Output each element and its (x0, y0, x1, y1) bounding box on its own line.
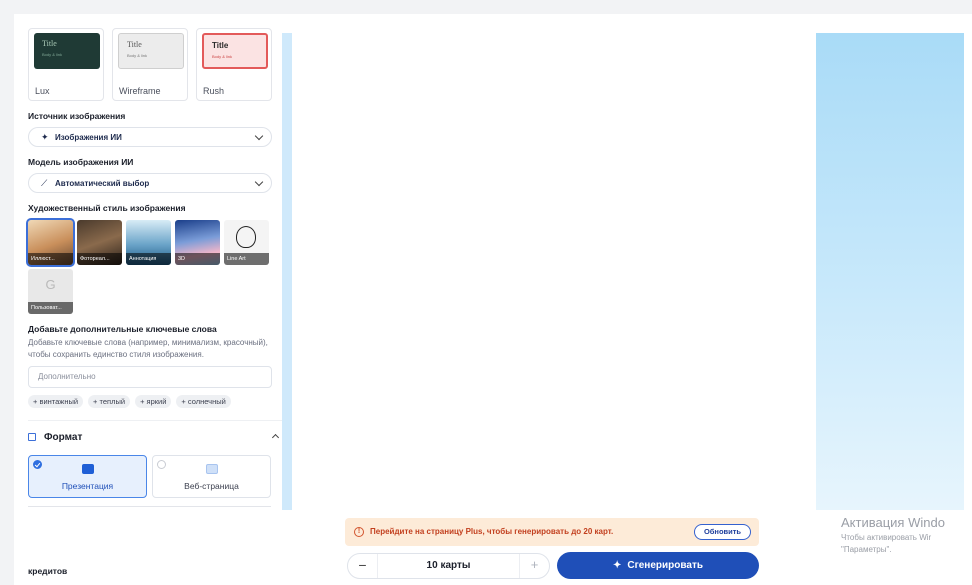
style-tile-illustration[interactable]: Иллюст... (26, 218, 75, 267)
custom-style-glyph: G (45, 277, 56, 292)
card-count-value: 10 карты (426, 560, 471, 571)
sparkle-icon: ✦ (612, 560, 622, 571)
style-tile-abstract[interactable]: Аннотация (126, 220, 171, 265)
credits-label: кредитов (28, 566, 68, 576)
format-label: Формат (44, 431, 83, 443)
theme-name: Lux (35, 86, 50, 96)
image-source-label: Источник изображения (28, 111, 126, 121)
webpage-icon (206, 464, 218, 474)
line-art-face-illustration (236, 226, 256, 248)
image-source-select[interactable]: ✦ Изображения ИИ (28, 127, 272, 147)
style-tile-custom[interactable]: G Пользоват... (28, 269, 73, 314)
theme-thumb-title: Title (212, 41, 229, 50)
watermark-line: "Параметры". (841, 545, 892, 554)
style-tile-caption: Аннотация (126, 253, 171, 265)
theme-card-wireframe[interactable]: Title Body & link Wireframe (112, 28, 188, 101)
style-tile-caption: Иллюст... (28, 253, 73, 265)
section-divider (28, 420, 282, 421)
keyword-chip[interactable]: + солнечный (176, 395, 231, 408)
chevron-down-icon (254, 131, 264, 141)
theme-thumb-body: Body & link (212, 54, 233, 59)
generate-button-label: Сгенерировать (627, 560, 704, 571)
format-option-label: Веб-страница (184, 481, 239, 491)
format-options: Презентация Веб-страница (28, 455, 271, 498)
keyword-chip[interactable]: + теплый (88, 395, 131, 408)
keyword-chip[interactable]: + винтажный (28, 395, 84, 408)
image-source-value: Изображения ИИ (55, 132, 122, 142)
theme-thumbnail-rush: Title Body & link (202, 33, 268, 69)
preview-side-panel (816, 33, 964, 510)
card-count-stepper: − 10 карты + (347, 553, 550, 579)
theme-thumb-title: Title (42, 39, 57, 48)
format-option-presentation[interactable]: Презентация (28, 455, 147, 498)
format-option-label: Презентация (61, 481, 114, 491)
theme-thumb-body: Body & link (127, 53, 148, 58)
settings-panel: Title Body & link Lux Title Body & link … (14, 14, 282, 514)
decrement-button[interactable]: − (348, 554, 378, 578)
keywords-input[interactable]: Дополнительно (28, 366, 272, 388)
format-icon (28, 433, 36, 441)
style-tile-photoreal[interactable]: Фотореал... (77, 220, 122, 265)
keywords-description: Добавьте ключевые слова (например, миним… (28, 338, 268, 359)
preview-left-stripe (282, 33, 292, 510)
settings-panel-content: Title Body & link Lux Title Body & link … (26, 28, 274, 408)
style-tile-caption: Фотореал... (77, 253, 122, 265)
style-tile-line-art[interactable]: Line Art (224, 220, 269, 265)
alert-icon: ! (354, 527, 364, 537)
theme-thumb-body: Body & link (42, 52, 63, 57)
window-left-edge (0, 0, 14, 585)
style-tile-caption: 3D (175, 253, 220, 265)
generate-button[interactable]: ✦ Сгенерировать (557, 552, 759, 579)
theme-name: Rush (203, 86, 225, 96)
keywords-title: Добавьте дополнительные ключевые слова (28, 324, 217, 334)
watermark-title: Активация Windo (841, 515, 945, 530)
format-option-webpage[interactable]: Веб-страница (152, 455, 271, 498)
art-style-grid: Иллюст... Фотореал... Аннотация 3D Line … (26, 218, 274, 314)
radio-checked-icon (33, 460, 42, 469)
watermark-line: Чтобы активировать Wir (841, 533, 932, 542)
preview-canvas (292, 33, 816, 510)
magic-wand-icon: ⟋ (41, 177, 48, 188)
windows-activation-watermark: Активация Windo Чтобы активировать Wir "… (841, 515, 972, 554)
theme-thumbnail-wireframe: Title Body & link (118, 33, 184, 69)
increment-button[interactable]: + (519, 554, 549, 578)
keyword-chips: + винтажный + теплый + яркий + солнечный (28, 395, 272, 408)
art-style-label: Художественный стиль изображения (28, 203, 186, 213)
style-tile-caption: Пользоват... (28, 302, 73, 314)
format-section-header[interactable]: Формат (28, 426, 282, 448)
theme-thumbnail-lux: Title Body & link (34, 33, 100, 69)
theme-name: Wireframe (119, 86, 161, 96)
image-model-select[interactable]: ⟋ Автоматический выбор (28, 173, 272, 193)
style-tile-caption: Line Art (224, 253, 269, 265)
window-top-edge (0, 0, 972, 14)
image-model-value: Автоматический выбор (55, 178, 150, 188)
radio-unchecked-icon (157, 460, 166, 469)
theme-list: Title Body & link Lux Title Body & link … (28, 28, 272, 101)
chevron-up-icon[interactable] (271, 433, 280, 442)
format-options-next-row (28, 506, 271, 514)
upgrade-notice: ! Перейдите на страницу Plus, чтобы гене… (345, 518, 759, 546)
image-model-label: Модель изображения ИИ (28, 157, 134, 167)
sparkle-icon: ✦ (41, 131, 49, 142)
chevron-down-icon (254, 177, 264, 187)
upgrade-button[interactable]: Обновить (694, 524, 751, 540)
presentation-icon (82, 464, 94, 474)
app-window: Title Body & link Lux Title Body & link … (0, 0, 972, 585)
upgrade-notice-text: Перейдите на страницу Plus, чтобы генери… (370, 527, 614, 536)
theme-card-rush[interactable]: Title Body & link Rush (196, 28, 272, 101)
theme-thumb-title: Title (127, 40, 142, 49)
keyword-chip[interactable]: + яркий (135, 395, 172, 408)
theme-card-lux[interactable]: Title Body & link Lux (28, 28, 104, 101)
style-tile-3d[interactable]: 3D (175, 220, 220, 265)
